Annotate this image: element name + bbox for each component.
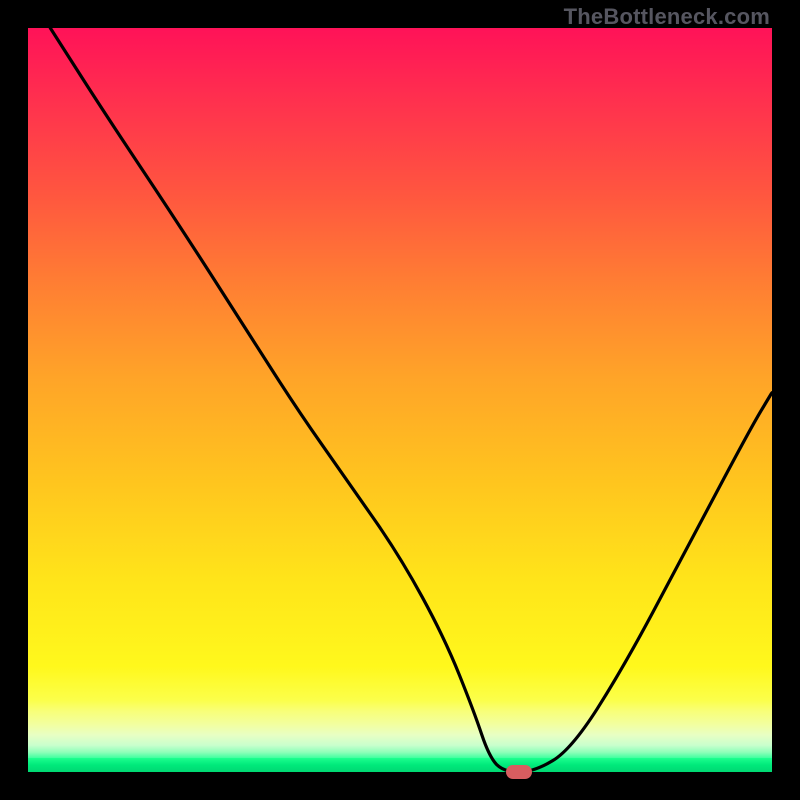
bottleneck-curve xyxy=(28,28,772,772)
chart-frame: TheBottleneck.com xyxy=(0,0,800,800)
plot-area xyxy=(28,28,772,772)
optimum-marker xyxy=(506,765,532,779)
watermark-text: TheBottleneck.com xyxy=(564,4,770,30)
